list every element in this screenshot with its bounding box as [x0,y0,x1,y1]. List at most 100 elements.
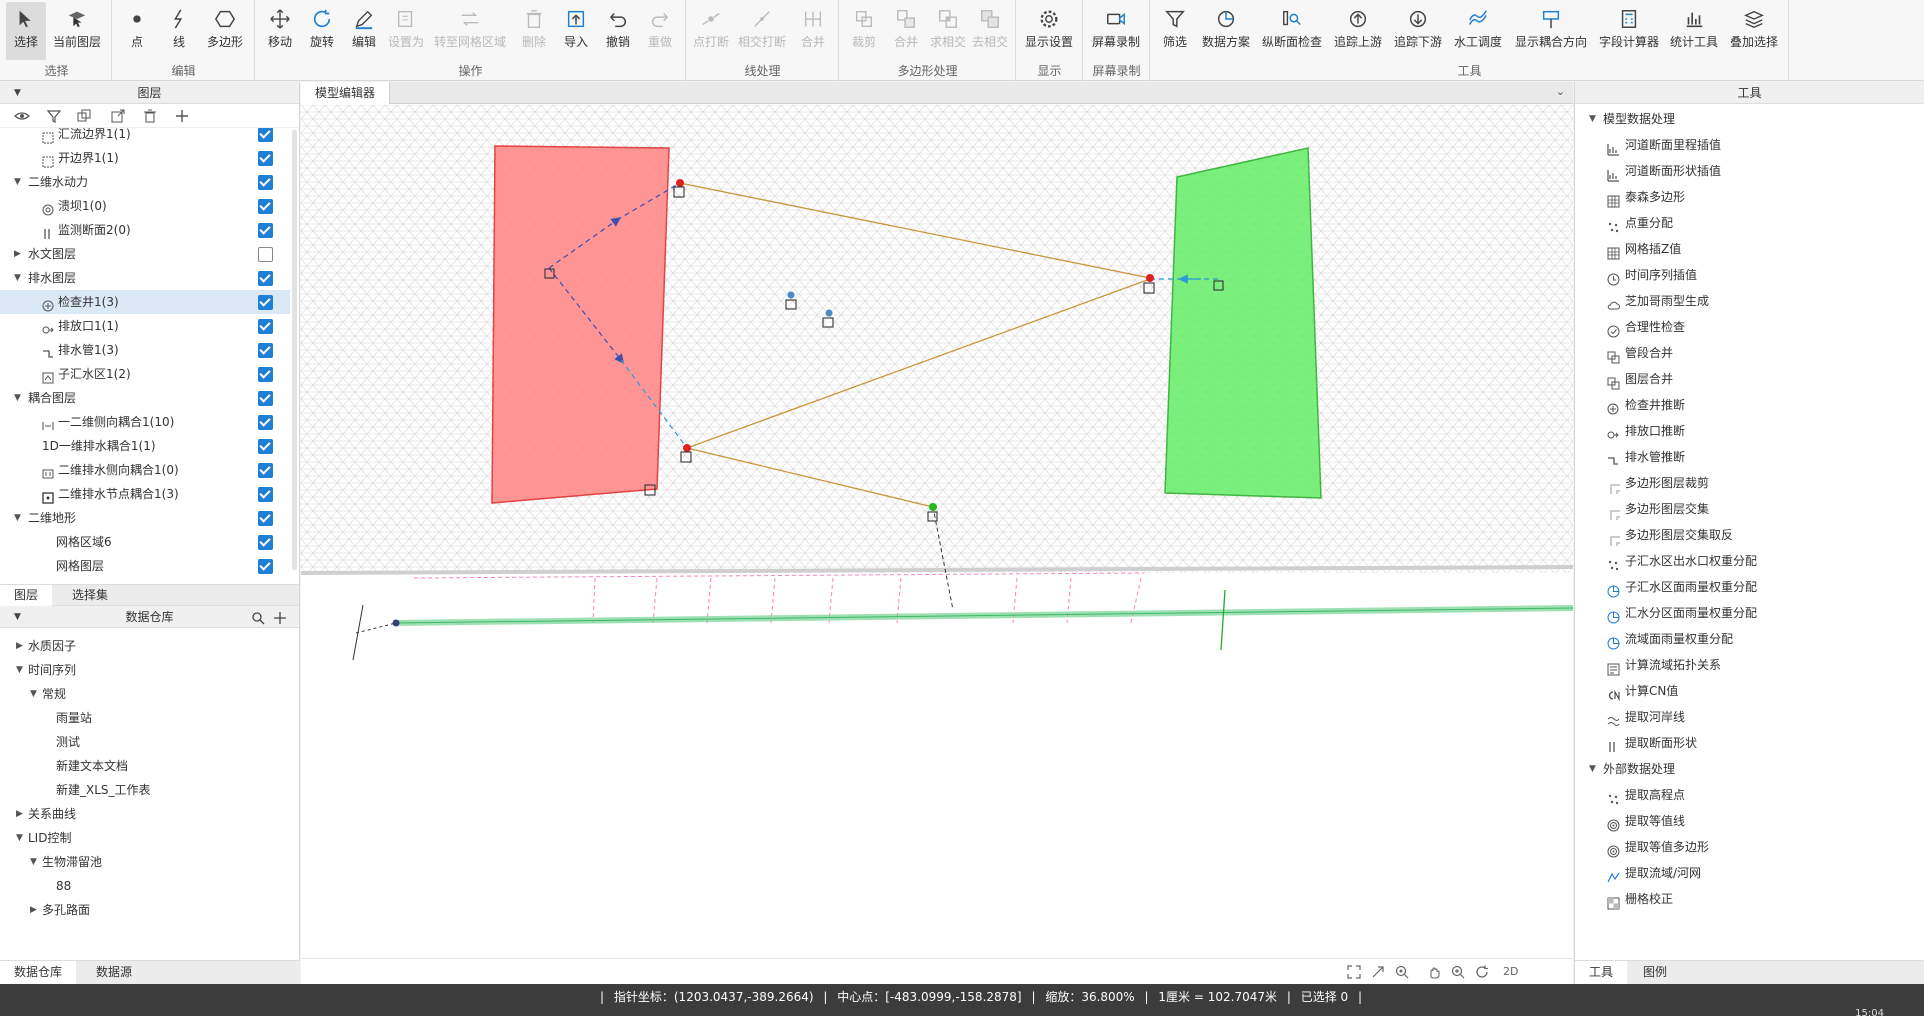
tool-item[interactable]: 合理性检查 [1575,314,1915,340]
ribbon-button[interactable]: 设置为 [386,2,426,60]
ribbon-button[interactable]: 删除 [514,2,554,60]
tool-section-header[interactable]: ▼ 模型数据处理 [1575,106,1915,132]
layer-visibility-checkbox[interactable] [258,223,273,238]
ribbon-button[interactable]: 去相交 [970,2,1010,60]
layer-row[interactable]: 监测断面2(0) [0,218,290,242]
ribbon-button[interactable]: 数据方案 [1197,2,1255,60]
tool-item[interactable]: 子汇水区出水口权重分配 [1575,548,1915,574]
repository-row[interactable]: ▶ 多孔路面 [0,898,290,922]
tool-item[interactable]: 计算CN值 [1575,678,1915,704]
layer-visibility-checkbox[interactable] [258,439,273,454]
layer-visibility-checkbox[interactable] [258,463,273,478]
tool-item[interactable]: 时间序列插值 [1575,262,1915,288]
layer-row[interactable]: 汇流边界1(1) [0,128,290,146]
red-subcatchment[interactable] [491,145,670,504]
ribbon-button[interactable]: 显示设置 [1021,2,1077,60]
ribbon-button[interactable]: 字段计算器 [1595,2,1663,60]
outfall-node[interactable] [929,503,937,511]
layer-visibility-checkbox[interactable] [258,319,273,334]
tab-model-editor[interactable]: 模型编辑器 [301,82,391,104]
ribbon-button[interactable]: 导入 [556,2,596,60]
tool-item[interactable]: 河道断面里程插值 [1575,132,1915,158]
refresh-icon[interactable] [1475,965,1489,979]
expand-toggle-icon[interactable]: ▼ [30,850,40,874]
tool-item[interactable]: 提取高程点 [1575,782,1915,808]
tool-item[interactable]: 点重分配 [1575,210,1915,236]
expand-toggle-icon[interactable]: ▶ [16,802,26,826]
green-subcatchment[interactable] [1164,147,1322,499]
ribbon-button[interactable]: 显示耦合方向 [1509,2,1593,60]
layer-row[interactable]: 子汇水区1(2) [0,362,290,386]
expand-toggle-icon[interactable]: ▶ [14,242,24,266]
dam-node[interactable] [825,309,833,317]
add-icon[interactable] [174,108,190,124]
tool-item[interactable]: 排放口推断 [1575,418,1915,444]
ribbon-button[interactable]: 裁剪 [844,2,884,60]
layer-tree-scrollbar[interactable] [292,130,297,570]
layer-visibility-checkbox[interactable] [258,535,273,550]
expand-toggle-icon[interactable]: ▼ [16,658,26,682]
river-start-node[interactable] [392,619,400,627]
tool-item[interactable]: 提取等值多边形 [1575,834,1915,860]
layer-row[interactable]: 二维排水节点耦合1(3) [0,482,290,506]
ribbon-button[interactable]: 重做 [640,2,680,60]
layer-visibility-checkbox[interactable] [258,199,273,214]
layer-row[interactable]: ▼ 二维地形 [0,506,290,530]
manhole-node[interactable] [683,444,691,452]
ribbon-button[interactable]: 线 [159,2,199,60]
ribbon-button[interactable]: 多边形 [201,2,249,60]
repository-row[interactable]: 新建_XLS_工作表 [0,778,290,802]
expand-toggle-icon[interactable]: ▶ [30,898,40,922]
layer-visibility-checkbox[interactable] [258,487,273,502]
layer-visibility-checkbox[interactable] [258,151,273,166]
tool-section-header[interactable]: ▼ 外部数据处理 [1575,756,1915,782]
ribbon-button[interactable]: 追踪下游 [1389,2,1447,60]
ribbon-button[interactable]: 点 [117,2,157,60]
ribbon-button[interactable]: 编辑 [344,2,384,60]
collapse-caret-icon[interactable]: ▼ [14,82,21,104]
tool-item[interactable]: 排水管推断 [1575,444,1915,470]
layer-row[interactable]: 二维排水侧向耦合1(0) [0,458,290,482]
expand-toggle-icon[interactable]: ▼ [14,170,24,194]
ribbon-button[interactable]: 点打断 [691,2,731,60]
chevron-down-icon[interactable]: ⌄ [1556,85,1565,98]
tool-item[interactable]: 管段合并 [1575,340,1915,366]
add-icon[interactable] [273,610,287,624]
layer-visibility-checkbox[interactable] [258,175,273,190]
ribbon-button[interactable]: 选择 [6,2,46,60]
copy-icon[interactable] [76,108,92,124]
expand-toggle-icon[interactable]: ▼ [14,506,24,530]
ribbon-button[interactable]: 转至网格区域 [428,2,512,60]
layer-row[interactable]: 排水管1(3) [0,338,290,362]
layer-row[interactable]: 开边界1(1) [0,146,290,170]
tool-item[interactable]: 网格插Z值 [1575,236,1915,262]
tool-item[interactable]: 提取河岸线 [1575,704,1915,730]
expand-toggle-icon[interactable]: ▼ [14,266,24,290]
layer-row[interactable]: 检查井1(3) [0,290,290,314]
pan-icon[interactable] [1427,965,1441,979]
export-icon[interactable] [110,108,126,124]
layer-visibility-checkbox[interactable] [258,559,273,574]
tool-item[interactable]: 子汇水区面雨量权重分配 [1575,574,1915,600]
collapse-caret-icon[interactable]: ▼ [14,606,21,628]
layer-visibility-checkbox[interactable] [258,511,273,526]
ribbon-button[interactable]: 屏幕录制 [1088,2,1144,60]
tool-item[interactable]: 提取断面形状 [1575,730,1915,756]
tool-item[interactable]: 流域面雨量权重分配 [1575,626,1915,652]
manhole-node[interactable] [1146,274,1154,282]
ribbon-button[interactable]: 相交打断 [733,2,791,60]
layer-visibility-checkbox[interactable] [258,343,273,358]
ribbon-button[interactable]: 合并 [886,2,926,60]
ribbon-button[interactable]: 当前图层 [48,2,106,60]
zoom-select-icon[interactable] [1395,965,1409,979]
tool-item[interactable]: 多边形图层裁剪 [1575,470,1915,502]
tool-item[interactable]: 栅格校正 [1575,886,1915,912]
tool-item[interactable]: 提取等值线 [1575,808,1915,834]
repository-row[interactable]: ▶ 水质因子 [0,634,290,658]
layer-row[interactable]: 溃坝1(0) [0,194,290,218]
ribbon-button[interactable]: 统计工具 [1665,2,1723,60]
ribbon-button[interactable]: 求相交 [928,2,968,60]
repository-header[interactable]: ▼ 数据仓库 [0,606,299,628]
layer-row[interactable]: 网格区域6 [0,530,290,554]
tool-item[interactable]: 河道断面形状插值 [1575,158,1915,184]
